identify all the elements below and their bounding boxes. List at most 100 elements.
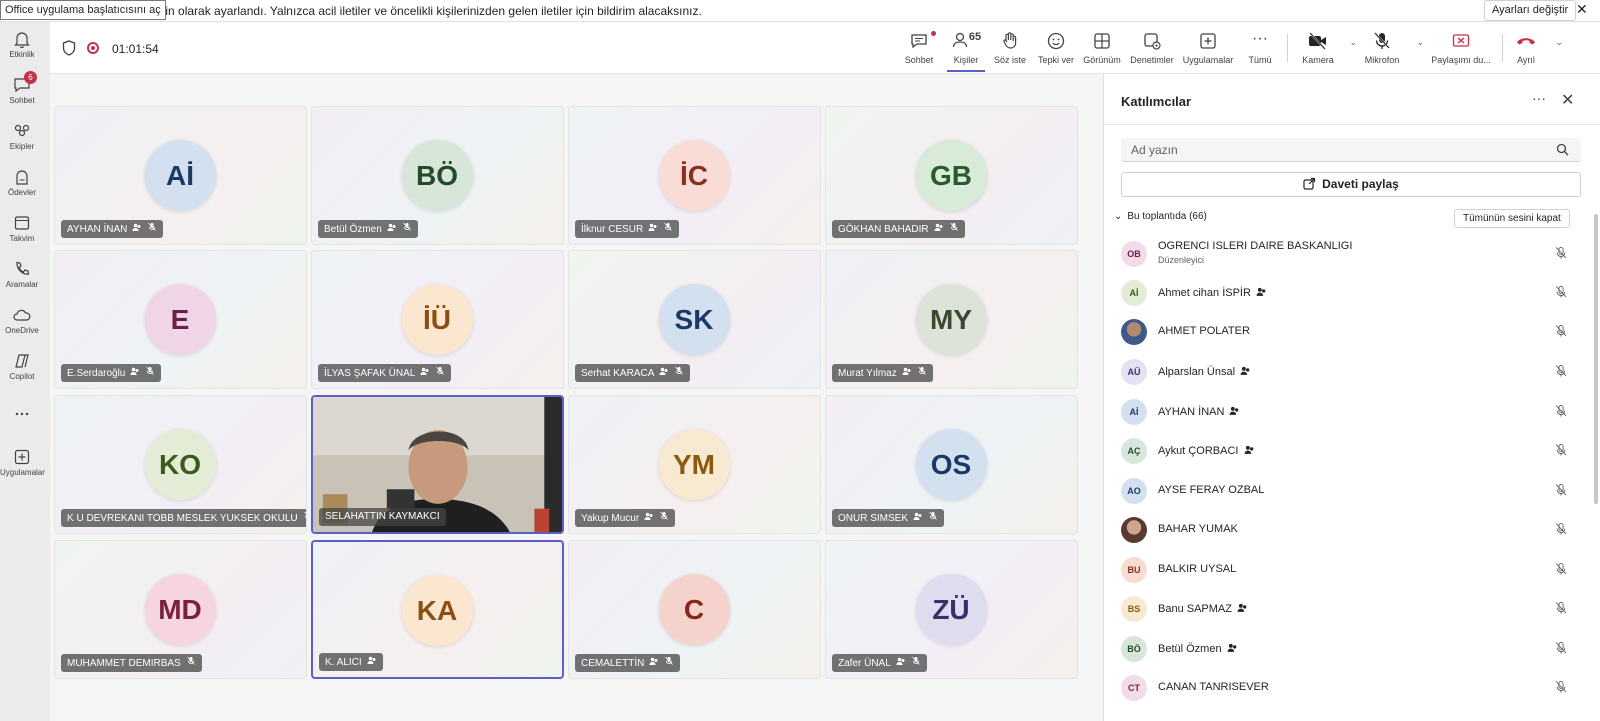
microphone-label: Mikrofon bbox=[1364, 55, 1400, 65]
guest-icon bbox=[1237, 602, 1248, 616]
avatar: MY bbox=[915, 284, 987, 355]
participant-tile[interactable]: GB GÖKHAN BAHADIR bbox=[825, 106, 1078, 245]
participant-tile[interactable]: MD MUHAMMET DEMIRBAS bbox=[54, 540, 307, 679]
react-button[interactable]: Tepki ver bbox=[1036, 31, 1076, 71]
mic-off-icon[interactable] bbox=[1554, 601, 1568, 620]
participant-row[interactable]: CT CANAN TANRISEVER bbox=[1121, 668, 1571, 708]
rail-item-bell[interactable]: Etkinlik bbox=[0, 30, 44, 59]
stop-sharing-label: Paylaşımı du... bbox=[1431, 55, 1491, 65]
rail-item-onedrive[interactable]: OneDrive bbox=[0, 306, 44, 335]
view-button[interactable]: Görünüm bbox=[1083, 31, 1121, 71]
in-meeting-section-toggle[interactable]: ⌄ Bu toplantıda (66) bbox=[1114, 211, 1207, 222]
participant-tile[interactable]: MY Murat Yılmaz bbox=[825, 250, 1078, 389]
microphone-button[interactable]: Mikrofon ⌄ bbox=[1362, 31, 1424, 71]
participant-row[interactable]: AÜ Alparslan Ünsal bbox=[1121, 352, 1571, 392]
leave-button[interactable]: Ayrıl ⌄ bbox=[1511, 31, 1563, 71]
scrollbar[interactable] bbox=[1594, 214, 1598, 504]
participant-name-text: CANAN TANRISEVER bbox=[1158, 681, 1269, 693]
participant-tile[interactable]: SK Serhat KARACA bbox=[568, 250, 821, 389]
participant-row[interactable]: BÖ Betül Özmen bbox=[1121, 629, 1571, 669]
apps-button[interactable]: Uygulamalar bbox=[1182, 31, 1234, 71]
mic-off-icon[interactable] bbox=[1554, 641, 1568, 660]
participant-tile[interactable]: Aİ AYHAN İNAN bbox=[54, 106, 307, 245]
participant-row[interactable]: AÇ Aykut ÇORBACI bbox=[1121, 431, 1571, 471]
mic-off-icon[interactable] bbox=[1554, 522, 1568, 541]
share-invite-button[interactable]: Daveti paylaş bbox=[1121, 172, 1581, 197]
camera-label: Kamera bbox=[1302, 55, 1334, 65]
mic-off-icon[interactable] bbox=[1554, 680, 1568, 699]
controls-button[interactable]: Denetimler bbox=[1129, 31, 1175, 71]
mic-off-icon[interactable] bbox=[1554, 364, 1568, 383]
participant-tile[interactable]: C CEMALETTİN bbox=[568, 540, 821, 679]
rail-item-assignments[interactable]: Ödevler bbox=[0, 168, 44, 197]
people-icon bbox=[952, 32, 968, 48]
panel-close-icon[interactable]: ✕ bbox=[1561, 90, 1574, 110]
mic-off-icon[interactable] bbox=[1554, 443, 1568, 462]
rail-item-more[interactable] bbox=[0, 405, 44, 425]
rail-item-teams[interactable]: Ekipler bbox=[0, 122, 44, 151]
participant-name: Aykut ÇORBACI bbox=[1158, 444, 1255, 458]
leave-options-chevron-icon[interactable]: ⌄ bbox=[1555, 37, 1563, 48]
mic-off-icon bbox=[402, 220, 412, 238]
avatar: ZÜ bbox=[915, 574, 987, 645]
chat-button[interactable]: Sohbet bbox=[902, 31, 936, 71]
participant-tile[interactable]: KO K U DEVREKANI TOBB MESLEK YUKSEK OKULU bbox=[54, 395, 307, 534]
camera-options-chevron-icon[interactable]: ⌄ bbox=[1349, 37, 1357, 48]
participant-tile[interactable]: İC İlknur CESUR bbox=[568, 106, 821, 245]
change-settings-button[interactable]: Ayarları değiştir bbox=[1484, 0, 1577, 21]
raise-hand-button[interactable]: Söz iste bbox=[993, 31, 1027, 71]
avatar: BU bbox=[1121, 557, 1147, 583]
mic-off-icon[interactable] bbox=[1554, 404, 1568, 423]
mic-off-icon[interactable] bbox=[1554, 562, 1568, 581]
participant-row[interactable]: BU BALKIR UYSAL bbox=[1121, 550, 1571, 590]
participant-name: Betül Özmen bbox=[324, 224, 382, 235]
participant-name: GÖKHAN BAHADIR bbox=[838, 224, 929, 235]
participant-search-input[interactable] bbox=[1121, 138, 1581, 162]
rail-label: Aramalar bbox=[5, 280, 39, 289]
rail-item-phone[interactable]: Aramalar bbox=[0, 260, 44, 289]
mic-off-icon bbox=[435, 364, 445, 382]
camera-button[interactable]: Kamera ⌄ bbox=[1301, 31, 1357, 71]
participant-row[interactable]: Aİ AYHAN İNAN bbox=[1121, 392, 1571, 432]
mic-off-icon[interactable] bbox=[1554, 246, 1568, 265]
participant-name: Yakup Mucur bbox=[581, 513, 640, 524]
participant-name-tag: Yakup Mucur bbox=[575, 509, 676, 527]
microphone-options-chevron-icon[interactable]: ⌄ bbox=[1416, 37, 1424, 48]
participant-tile[interactable]: ZÜ Zafer ÜNAL bbox=[825, 540, 1078, 679]
rail-item-calendar[interactable]: Takvim bbox=[0, 214, 44, 243]
participant-tile[interactable]: BÖ Betül Özmen bbox=[311, 106, 564, 245]
participant-row[interactable]: BS Banu SAPMAZ bbox=[1121, 589, 1571, 629]
stop-sharing-button[interactable]: Paylaşımı du... bbox=[1429, 31, 1493, 71]
participant-tile[interactable]: SELAHATTIN KAYMAKCI bbox=[311, 395, 564, 534]
phone-icon bbox=[13, 260, 31, 278]
guest-icon bbox=[1256, 286, 1267, 300]
participant-tile[interactable]: YM Yakup Mucur bbox=[568, 395, 821, 534]
share-invite-label: Daveti paylaş bbox=[1322, 177, 1399, 191]
search-icon[interactable] bbox=[1556, 143, 1569, 156]
add-app-icon bbox=[1200, 33, 1216, 49]
participant-row[interactable]: AO AYSE FERAY OZBAL bbox=[1121, 471, 1571, 511]
rail-item-copilot[interactable]: Copilot bbox=[0, 352, 44, 381]
participant-row[interactable]: OB OGRENCI ISLERI DAIRE BASKANLIGI Düzenle… bbox=[1121, 234, 1571, 274]
unread-badge: 6 bbox=[24, 71, 37, 84]
mic-off-icon[interactable] bbox=[1554, 483, 1568, 502]
participant-row[interactable]: AHMET POLATER bbox=[1121, 312, 1571, 352]
emoji-icon bbox=[1047, 32, 1065, 50]
participant-row[interactable]: BAHAR YUMAK bbox=[1121, 510, 1571, 550]
participant-row[interactable]: Aİ Ahmet cihan İSPİR bbox=[1121, 273, 1571, 313]
participant-tile[interactable]: İÜ İLYAS ŞAFAK ÜNAL bbox=[311, 250, 564, 389]
people-button[interactable]: 65 Kişiler bbox=[947, 31, 985, 72]
participant-tile[interactable]: E E.Serdaroğlu bbox=[54, 250, 307, 389]
participant-tile[interactable]: KA K. ALICI bbox=[311, 540, 564, 679]
mute-all-button[interactable]: Tümünün sesini kapat bbox=[1454, 209, 1570, 228]
banner-close-icon[interactable]: ✕ bbox=[1576, 1, 1588, 18]
participant-tile[interactable]: OS ONUR SIMSEK bbox=[825, 395, 1078, 534]
avatar: BS bbox=[1121, 596, 1147, 622]
rail-item-add-apps[interactable]: Uygulamalar bbox=[0, 448, 45, 477]
mic-off-icon[interactable] bbox=[1554, 285, 1568, 304]
rail-item-chat[interactable]: 6 Sohbet bbox=[0, 71, 44, 105]
mic-off-icon bbox=[659, 509, 669, 527]
more-button[interactable]: ··· Tümü bbox=[1245, 31, 1275, 71]
mic-off-icon[interactable] bbox=[1554, 324, 1568, 343]
panel-more-icon[interactable]: ··· bbox=[1532, 90, 1546, 106]
